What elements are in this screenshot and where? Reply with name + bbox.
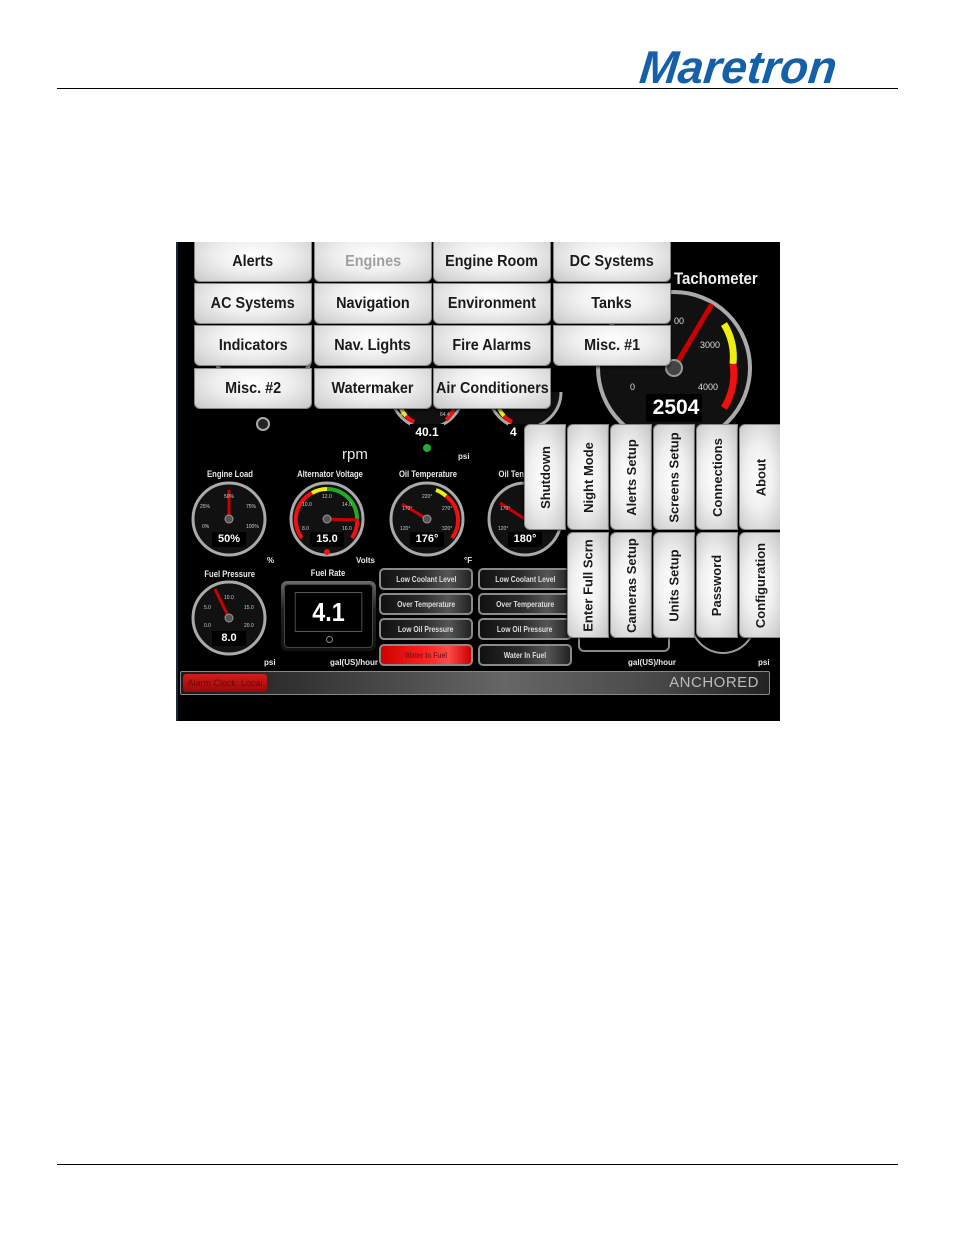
tick-label: 12.0 (322, 494, 332, 500)
tick-label: 170° (500, 506, 511, 512)
fuel-pressure-stbd-unit: psi (758, 658, 770, 667)
status-bar: Alarm Clock: Local ANCHORED (180, 671, 770, 695)
menu-watermaker[interactable]: Watermaker (314, 368, 432, 409)
indicator-stbd-low-coolant: Low Coolant Level (478, 568, 572, 590)
oil-temp-port-gauge: 176° 120° 170° 220° 270° 320° (388, 480, 466, 558)
engine-load-gauge: 50% 0% 25% 50% 75% 100% (190, 480, 268, 558)
menu-misc-1[interactable]: Misc. #1 (553, 325, 671, 366)
fuel-pressure-unit: psi (264, 658, 276, 667)
menu-engines[interactable]: Engines (314, 242, 432, 282)
alternator-voltage-value: 15.0 (316, 533, 338, 545)
alarm-clock-button[interactable]: Alarm Clock: Local (183, 674, 267, 692)
indicator-port-over-temp: Over Temperature (379, 593, 473, 615)
fuel-pressure-value: 8.0 (221, 632, 237, 644)
tachometer-value: 2504 (652, 396, 700, 419)
setup-alerts-setup[interactable]: Alerts Setup (610, 424, 652, 530)
alternator-voltage-gauge: 15.0 8.0 10.0 12.0 14.0 16.0 (288, 480, 366, 558)
tick-label: 25% (200, 504, 211, 510)
tick-label: 120° (498, 526, 509, 532)
setup-units-setup[interactable]: Units Setup (653, 532, 695, 638)
menu-air-conditioners[interactable]: Air Conditioners (433, 368, 551, 409)
setup-cameras-setup[interactable]: Cameras Setup (610, 532, 652, 638)
setup-about[interactable]: About (739, 424, 780, 530)
footer-rule (57, 1164, 898, 1165)
tick-label: 170° (402, 506, 413, 512)
menu-dc-systems[interactable]: DC Systems (553, 242, 671, 282)
indicator-stbd-over-temp: Over Temperature (478, 593, 572, 615)
maretron-logo: Maretron (637, 41, 840, 93)
setup-enter-full-screen[interactable]: Enter Full Scrn (567, 532, 609, 638)
engine-load-title: Engine Load (207, 469, 253, 479)
oil-pressure-unit: psi (458, 452, 470, 461)
tick-label: 270° (442, 506, 453, 512)
indicator-stbd-low-oil: Low Oil Pressure (478, 618, 572, 640)
header-rule (57, 88, 898, 89)
tick-label: 320° (442, 526, 453, 532)
fuel-rate-title: Fuel Rate (310, 568, 346, 578)
setup-shutdown[interactable]: Shutdown (524, 424, 566, 530)
menu-indicators[interactable]: Indicators (194, 325, 312, 366)
tick-label: 120° (400, 526, 411, 532)
setup-screens-setup[interactable]: Screens Setup (653, 424, 695, 530)
fuel-rate-display: 4.1 (281, 581, 376, 651)
n2kview-screen: 2424 rpm 40.1 4.4 64.4 psi 4 Tachometer (176, 242, 780, 721)
engine-load-unit: % (267, 556, 275, 565)
oil-pressure-port-value: 40.1 (415, 425, 439, 439)
tick-label: 0.0 (204, 623, 211, 629)
indicator-port-water-in-fuel: Water In Fuel (379, 644, 473, 666)
fuel-rate-knob (325, 636, 333, 643)
fuel-rate-unit: gal(US)/hour (330, 658, 378, 667)
menu-engine-room[interactable]: Engine Room (433, 242, 551, 282)
tick-label: 4000 (698, 382, 719, 392)
tick-label: 10.0 (224, 595, 234, 601)
oil-temp-port-value: 176° (415, 533, 439, 545)
tick-label: 50% (224, 494, 235, 500)
menu-alerts[interactable]: Alerts (194, 242, 312, 282)
menu-tanks[interactable]: Tanks (553, 283, 671, 324)
tick-label: 15.0 (244, 605, 254, 611)
oil-temp-unit: °F (464, 556, 473, 565)
port-rpm-unit: rpm (342, 446, 368, 463)
oil-temp-port-title: Oil Temperature (398, 469, 458, 479)
tick-label: 10.0 (302, 502, 312, 508)
setup-configuration[interactable]: Configuration (739, 532, 780, 638)
tick-label: 0 (630, 382, 636, 392)
tick-label: 5.0 (204, 605, 211, 611)
fuel-rate-stbd-unit: gal(US)/hour (628, 658, 676, 667)
tick-label: 3000 (700, 340, 721, 350)
indicator-stbd-water-in-fuel: Water In Fuel (478, 644, 572, 666)
alternator-voltage-unit: Volts (356, 556, 375, 565)
tick-label: 20.0 (244, 623, 254, 629)
menu-fire-alarms[interactable]: Fire Alarms (433, 325, 551, 366)
oil-pressure-stbd-value: 4 (510, 425, 517, 439)
tick-label: 220° (422, 494, 433, 500)
setup-password[interactable]: Password (696, 532, 738, 638)
fuel-rate-value: 4.1 (294, 592, 363, 632)
setup-night-mode[interactable]: Night Mode (567, 424, 609, 530)
tick-label: 00 (674, 316, 685, 326)
menu-environment[interactable]: Environment (433, 283, 551, 324)
menu-ac-systems[interactable]: AC Systems (194, 283, 312, 324)
tick-label: 75% (246, 504, 257, 510)
tick-label: 4.4 (400, 412, 407, 418)
tick-label: 8.0 (302, 526, 309, 532)
oil-temp-stbd-value: 180° (513, 533, 537, 545)
tick-label: 14.0 (342, 502, 352, 508)
menu-misc-2[interactable]: Misc. #2 (194, 368, 312, 409)
tick-label: 0% (202, 524, 210, 530)
fuel-pressure-gauge: 8.0 0.0 5.0 10.0 15.0 20.0 (190, 579, 268, 657)
tachometer-title: Tachometer (674, 269, 758, 288)
tick-label: 100% (246, 524, 259, 530)
engine-load-value: 50% (217, 533, 241, 545)
indicator-port-low-oil: Low Oil Pressure (379, 618, 473, 640)
alternator-voltage-title: Alternator Voltage (297, 469, 363, 479)
menu-navigation[interactable]: Navigation (314, 283, 432, 324)
tick-label: 16.0 (342, 526, 352, 532)
fuel-pressure-title: Fuel Pressure (204, 569, 255, 579)
indicator-port-low-coolant: Low Coolant Level (379, 568, 473, 590)
tick-label: 64.4 (440, 412, 450, 418)
setup-connections[interactable]: Connections (696, 424, 738, 530)
anchored-status: ANCHORED (669, 674, 759, 691)
menu-nav-lights[interactable]: Nav. Lights (314, 325, 432, 366)
